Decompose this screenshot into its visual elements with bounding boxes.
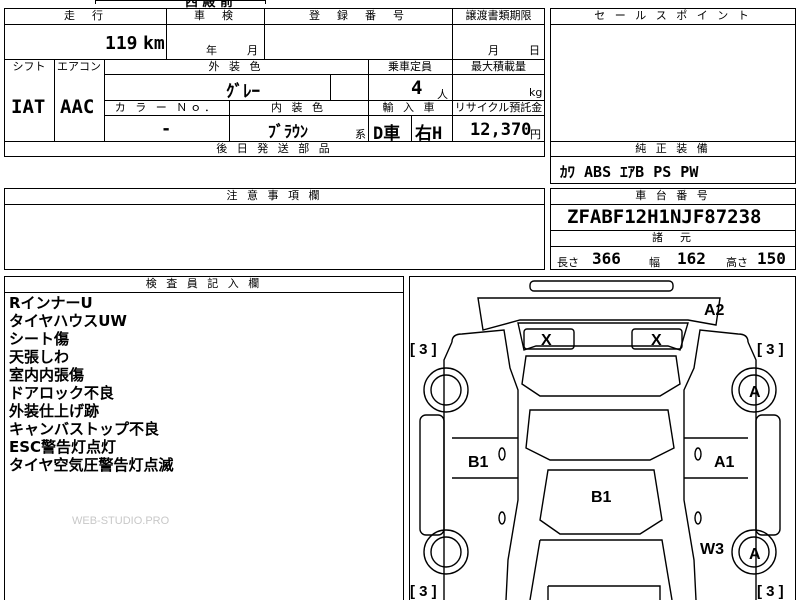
registration-header: 登 録 番 号 [309,9,407,22]
shift-header: シフト [12,60,46,73]
recycle-fee-value: 12,370 [470,120,532,140]
tire-left-rear: [ 3 ] [410,583,437,600]
mark-a1-right: A1 [714,454,735,471]
inspection-header: 車 検 [194,9,236,22]
inspection-month-unit: 月 [247,44,258,57]
mileage-value: 119 [105,33,138,54]
watermark: WEB-STUDIO.PRO [72,515,170,527]
inspector-note: タイヤ空気圧警告灯点滅 [9,456,174,474]
mileage-unit: km [143,33,165,54]
vin-value: ZFABF12H1NJF87238 [567,206,762,228]
spec-width-label: 幅 [649,256,660,269]
inspector-note: ドアロック不良 [9,384,115,402]
equipment-header: 純 正 装 備 [635,142,711,155]
aircon-value: AAC [60,96,95,118]
transfer-day-unit: 日 [529,44,540,57]
color-no-value: - [161,119,172,139]
mileage-header: 走 行 [64,9,106,22]
spec-height-value: 150 [757,249,786,268]
mark-b1-left: B1 [468,454,489,471]
transfer-month-unit: 月 [488,44,499,57]
specs-header: 諸 元 [652,231,694,244]
tire-right-front: [ 3 ] [757,341,784,358]
car-diagram: A2 X X A B1 A1 B1 W3 A [ 3 ] [ 3 ] [ 3 ]… [410,280,784,600]
interior-color-header: 内 装 色 [271,101,326,114]
exterior-color-header: 外 装 色 [208,60,264,73]
shift-value: IAT [11,96,46,118]
mark-b1-center: B1 [591,489,612,506]
inspection-year-unit: 年 [206,44,217,57]
color-no-header: カ ラ ー Ｎｏ． [114,101,219,114]
inspector-note: ESC警告灯点灯 [9,438,117,456]
import-car-type: D車 [373,124,401,144]
sales-point-box [550,8,796,184]
spec-width-value: 162 [677,249,706,268]
top-strip-line [95,0,265,1]
top-strip-divider [95,0,96,4]
inspector-note: 室内内張傷 [9,366,85,384]
spec-height-label: 高さ [726,256,748,269]
transfer-deadline-header: 譲渡書類期限 [465,9,532,22]
exterior-color-value: ｸﾞﾚｰ [226,82,260,102]
tire-left-front: [ 3 ] [410,341,437,358]
capacity-unit: 人 [437,88,448,101]
inspector-note: RインナーU [9,294,93,312]
car-diagram-frame: A2 X X A B1 A1 B1 W3 A [ 3 ] [ 3 ] [ 3 ]… [409,276,796,600]
spec-length-label: 長さ [557,256,579,269]
interior-color-suffix: 系 [355,128,366,141]
inspector-note: タイヤハウスUW [9,312,127,330]
mark-a2: A2 [704,302,725,319]
mark-x-right: X [651,332,662,349]
inspector-note: 天張しわ [9,348,70,366]
recycle-fee-unit: 円 [530,128,541,141]
inspector-note: キャンバストップ不良 [9,420,160,438]
interior-color-value: ﾌﾞﾗｳﾝ [268,122,309,141]
top-strip-divider [265,0,266,4]
import-car-handle: 右H [415,124,443,144]
max-load-unit: kg [529,86,543,99]
later-parts-header: 後 日 発 送 部 品 [216,142,333,155]
mark-w3: W3 [700,541,724,558]
inspector-header: 検 査 員 記 入 欄 [145,277,263,290]
sales-point-header: セ ー ル ス ポ イ ン ト [594,9,752,22]
mark-a-rear-right: A [749,546,761,563]
inspector-note: 外装仕上げ跡 [9,402,100,420]
tire-right-rear: [ 3 ] [757,583,784,600]
mark-a-front-right: A [749,384,761,401]
inspector-note: シート傷 [9,330,70,348]
max-load-header: 最大積載量 [471,60,526,73]
caution-header: 注 意 事 項 欄 [226,189,323,202]
mark-x-left: X [541,332,552,349]
equipment-value: ｶﾜ ABS ｴｱB PS PW [560,163,699,181]
capacity-value: 4 [411,77,423,99]
capacity-header: 乗車定員 [388,60,432,73]
import-car-header: 輸 入 車 [382,101,438,114]
spec-length-value: 366 [592,249,621,268]
vin-header: 車 台 番 号 [635,189,711,202]
recycle-fee-header: リサイクル預託金 [454,101,543,114]
aircon-header: エアコン [57,60,101,73]
